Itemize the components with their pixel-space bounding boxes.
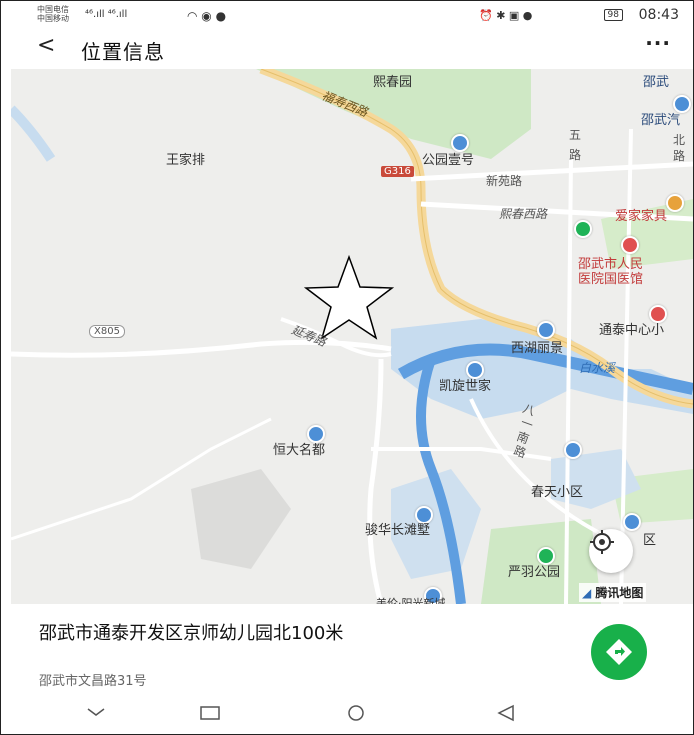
locate-target-icon bbox=[590, 530, 614, 554]
poi-pin-icon[interactable] bbox=[574, 220, 592, 238]
poi-gongyuan-yihao[interactable]: 公园壹号 bbox=[422, 149, 474, 168]
road-badge-x805: X805 bbox=[89, 325, 125, 338]
back-button[interactable]: < bbox=[37, 33, 55, 58]
home-icon[interactable] bbox=[345, 704, 367, 722]
place-name: 邵武市通泰开发区京师幼儿园北100米 bbox=[39, 623, 344, 644]
collapse-chevron-icon[interactable] bbox=[85, 704, 107, 720]
poi-pin-icon[interactable] bbox=[666, 194, 684, 212]
poi-qu[interactable]: 区 bbox=[643, 529, 656, 548]
signal-icon: ⁴⁶.ıll ⁴⁶.ıll bbox=[85, 9, 128, 20]
map-view[interactable]: 熙春园 邵武 邵武汽 王家排 公园壹号 新苑路 熙春西路 爱家家具 邵武市人民 … bbox=[11, 69, 693, 604]
poi-pin-icon[interactable] bbox=[623, 513, 641, 531]
road-label-xinyuan: 新苑路 bbox=[486, 174, 523, 188]
clock: 08:43 bbox=[638, 7, 679, 23]
terrain-patch bbox=[191, 469, 291, 569]
place-address: 邵武市文昌路31号 bbox=[39, 674, 147, 689]
poi-junhua[interactable]: 骏华长滩墅 bbox=[365, 519, 430, 538]
road-label-xichun-west: 熙春西路 bbox=[499, 207, 548, 221]
location-info-panel: 邵武市通泰开发区京师幼儿园北100米 邵武市文昌路31号 bbox=[1, 604, 693, 696]
poi-shaowu[interactable]: 邵武 bbox=[643, 71, 669, 90]
road-label-wu-1: 五 bbox=[569, 128, 582, 142]
phone-screen: 中国电信 中国移动 ⁴⁶.ıll ⁴⁶.ıll ◠ ◉ ● ⏰ ✱ ▣ ● 98… bbox=[0, 0, 694, 735]
poi-bottom-cut[interactable]: 美伦·阳光新城 bbox=[376, 595, 446, 604]
star-outline-icon bbox=[303, 254, 395, 340]
more-options-button[interactable]: ··· bbox=[645, 31, 671, 55]
carrier-1: 中国电信 bbox=[37, 5, 69, 14]
status-bar: 中国电信 中国移动 ⁴⁶.ıll ⁴⁶.ıll ◠ ◉ ● ⏰ ✱ ▣ ● 98… bbox=[1, 1, 693, 29]
road-badge-g316: G316 bbox=[381, 166, 414, 177]
poi-yanyu-park[interactable]: 严羽公园 bbox=[508, 561, 560, 580]
page-title: 位置信息 bbox=[81, 40, 165, 64]
title-bar: < 位置信息 ··· bbox=[1, 29, 693, 69]
navigate-diamond-icon bbox=[606, 639, 632, 665]
carrier-labels: 中国电信 中国移动 bbox=[37, 5, 69, 23]
poi-kaixuan[interactable]: 凯旋世家 bbox=[439, 375, 491, 394]
tencent-logo-icon: ◢ bbox=[582, 586, 592, 600]
locate-button[interactable] bbox=[589, 529, 633, 573]
road-label-bei-2: 路 bbox=[673, 149, 686, 163]
poi-pin-icon[interactable] bbox=[564, 441, 582, 459]
poi-wang-jia-pai[interactable]: 王家排 bbox=[166, 149, 205, 168]
poi-hospital-2[interactable]: 医院国医馆 bbox=[578, 268, 643, 287]
poi-pin-icon[interactable] bbox=[621, 236, 639, 254]
poi-aijia[interactable]: 爱家家具 bbox=[615, 205, 667, 224]
wifi-icon: ◠ ◉ ● bbox=[187, 9, 227, 23]
river-label-baishui: 白水溪 bbox=[579, 361, 616, 375]
poi-chuntian[interactable]: 春天小区 bbox=[531, 481, 583, 500]
battery-icon: 98 bbox=[603, 9, 623, 21]
carrier-2: 中国移动 bbox=[37, 14, 69, 23]
alarm-icon: ⏰ ✱ ▣ ● bbox=[479, 9, 533, 22]
poi-hengda[interactable]: 恒大名都 bbox=[273, 439, 325, 458]
poi-shaowu-qi[interactable]: 邵武汽 bbox=[641, 109, 680, 128]
poi-xichun-park[interactable]: 熙春园 bbox=[373, 71, 412, 90]
tencent-logo-text: 腾讯地图 bbox=[595, 586, 644, 600]
navigate-button[interactable] bbox=[591, 624, 647, 680]
back-triangle-icon[interactable] bbox=[495, 704, 517, 722]
poi-tongtai-center[interactable]: 通泰中心小 bbox=[599, 319, 664, 338]
recent-apps-icon[interactable] bbox=[199, 704, 221, 722]
poi-xihu-lijing[interactable]: 西湖丽景 bbox=[511, 337, 563, 356]
system-nav-bar bbox=[1, 696, 693, 734]
road-label-wu-2: 路 bbox=[569, 148, 582, 162]
tencent-map-logo: ◢ 腾讯地图 bbox=[579, 583, 647, 602]
road-label-bei-1: 北 bbox=[673, 133, 686, 147]
